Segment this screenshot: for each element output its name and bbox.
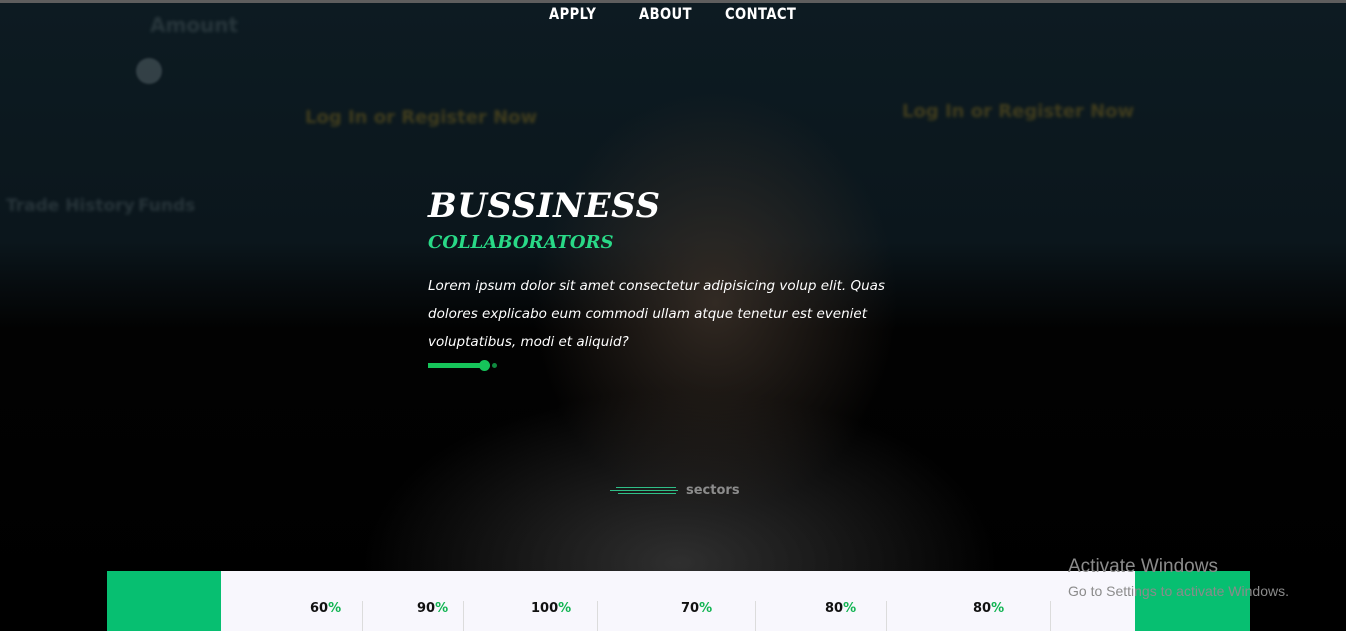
stat-item: 100% — [531, 601, 572, 616]
stat-item: 80% — [973, 601, 1005, 616]
nav-about-link[interactable]: ABOUT — [639, 4, 692, 28]
stat-item: 80% — [825, 601, 857, 616]
stats-green-block-left — [107, 571, 221, 631]
hero-subtitle: COLLABORATORS — [428, 232, 614, 253]
slider-progress-bar — [428, 363, 480, 368]
stat-divider — [597, 601, 598, 631]
watermark-subtitle: Go to Settings to activate Windows. — [1068, 583, 1289, 599]
background-funds-text: Funds — [138, 196, 196, 216]
sectors-heading: sectors — [686, 483, 740, 498]
slider-inactive-dot[interactable] — [492, 363, 497, 368]
top-navigation: APPLY ABOUT CONTACT — [549, 4, 796, 28]
sectors-lines-icon — [610, 485, 678, 497]
background-amount-text: Amount — [150, 13, 239, 37]
stat-divider — [362, 601, 363, 631]
nav-contact-link[interactable]: CONTACT — [725, 4, 796, 28]
background-circle-icon — [136, 58, 162, 84]
stat-divider — [755, 601, 756, 631]
stat-item: 90% — [417, 601, 449, 616]
background-login-text-2: Log In or Register Now — [902, 101, 1135, 122]
hero-title: BUSSINESS — [428, 186, 661, 226]
nav-apply-link[interactable]: APPLY — [549, 4, 601, 28]
stat-divider — [1050, 601, 1051, 631]
stat-item: 60% — [310, 601, 342, 616]
watermark-title: Activate Windows — [1068, 556, 1218, 577]
stat-divider — [463, 601, 464, 631]
hero-description: Lorem ipsum dolor sit amet consectetur a… — [428, 278, 885, 350]
stat-item: 70% — [681, 601, 713, 616]
slider-active-dot[interactable] — [479, 360, 490, 371]
background-trade-history-text: Trade History — [6, 196, 135, 216]
windows-activation-watermark: Activate Windows Go to Settings to activ… — [1068, 556, 1289, 602]
stat-divider — [886, 601, 887, 631]
background-login-text-1: Log In or Register Now — [305, 107, 538, 128]
